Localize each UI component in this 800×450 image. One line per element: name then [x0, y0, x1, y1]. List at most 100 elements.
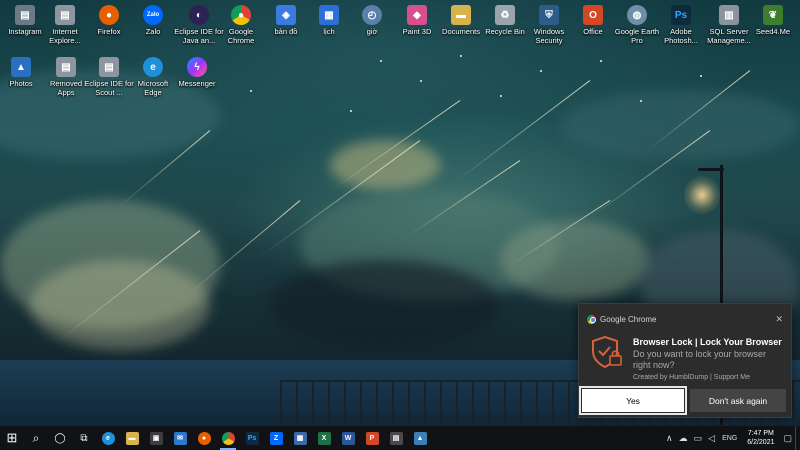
network-icon[interactable]: ▭ — [694, 433, 703, 444]
excel-icon: X — [317, 431, 331, 445]
desktop-icon-zalo[interactable]: Zalo Zalo — [128, 5, 178, 36]
photos-icon: ▲ — [11, 57, 31, 77]
dont-ask-again-button[interactable]: Don't ask again — [690, 389, 786, 412]
chrome-icon: ● — [231, 5, 251, 25]
desktop-icon-adobe-photoshop[interactable]: Ps Adobe Photosh... — [656, 5, 706, 45]
desktop-icon-label: Internet Explore... — [49, 27, 81, 45]
lock-shield-icon — [592, 335, 622, 369]
taskbar-chrome[interactable] — [216, 426, 240, 450]
taskbar-explorer[interactable]: ▬ — [120, 426, 144, 450]
taskbar-store[interactable]: ▣ — [144, 426, 168, 450]
clock-time: 7:47 PM — [747, 430, 774, 437]
eclipse-icon: ◐ — [189, 5, 209, 25]
store-icon: ▣ — [149, 431, 163, 445]
desktop-icon-photos[interactable]: ▲ Photos — [0, 57, 46, 88]
taskbar-photoshop[interactable]: Ps — [240, 426, 264, 450]
star — [700, 75, 702, 77]
desktop-icon-paint-3d[interactable]: ◆ Paint 3D — [392, 5, 442, 36]
star — [380, 60, 382, 62]
desktop-icon-eclipse-scout[interactable]: ▤ Eclipse IDE for Scout ... — [84, 57, 134, 97]
notification-app-name: Google Chrome — [600, 314, 657, 324]
system-tray: ∧ ☁ ▭ ◁ ENG 7:47 PM 6/2/2021 ▢ — [663, 426, 800, 450]
file-icon: ▤ — [56, 57, 76, 77]
desktop-icon-seed4me[interactable]: ❦ Seed4.Me — [748, 5, 798, 36]
desktop-icon-recycle-bin[interactable]: ♻ Recycle Bin — [480, 5, 530, 36]
desktop-icon-label: Zalo — [145, 27, 161, 36]
language-indicator[interactable]: ENG — [722, 435, 737, 442]
notification-attribution: Created by HumblDump | Support Me — [633, 374, 750, 381]
desktop-icon-label: Microsoft Edge — [137, 79, 169, 97]
desktop-icon-microsoft-edge[interactable]: e Microsoft Edge — [128, 57, 178, 97]
volume-icon[interactable]: ◁ — [708, 433, 715, 444]
file-icon: ▤ — [99, 57, 119, 77]
street-lamp-head — [698, 168, 724, 171]
star — [600, 60, 602, 62]
clock[interactable]: 7:47 PM 6/2/2021 — [747, 429, 774, 447]
photos-icon: ▦ — [293, 431, 307, 445]
cortana-icon: ◯ — [54, 432, 66, 444]
desktop-icon-gio[interactable]: ◴ giờ — [347, 5, 397, 36]
paint3d-icon: ◆ — [407, 5, 427, 25]
taskbar-app[interactable]: ▤ — [384, 426, 408, 450]
mail-icon: ✉ — [173, 431, 187, 445]
recycle-bin-icon: ♻ — [495, 5, 515, 25]
show-desktop-button[interactable] — [795, 426, 800, 450]
desktop-icon-google-earth-pro[interactable]: ◍ Google Earth Pro — [612, 5, 662, 45]
taskbar-firefox[interactable]: ● — [192, 426, 216, 450]
star — [460, 55, 462, 57]
start-button[interactable]: ⊞ — [0, 426, 24, 450]
close-icon[interactable]: ✕ — [775, 314, 783, 325]
taskbar-image[interactable]: ▲ — [408, 426, 432, 450]
desktop-icon-sql-server[interactable]: ▥ SQL Server Manageme... — [704, 5, 754, 45]
clock-icon: ◴ — [362, 5, 382, 25]
cortana-button[interactable]: ◯ — [48, 426, 72, 450]
star — [540, 70, 542, 72]
search-button[interactable]: ⌕ — [24, 426, 48, 450]
star — [640, 100, 642, 102]
taskbar-photos[interactable]: ▦ — [288, 426, 312, 450]
file-icon: ▤ — [55, 5, 75, 25]
task-view-button[interactable]: ⧉ — [72, 426, 96, 450]
cloud — [270, 260, 500, 350]
taskbar-word[interactable]: W — [336, 426, 360, 450]
desktop-icon-firefox[interactable]: ● Firefox — [84, 5, 134, 36]
folder-icon: ▬ — [451, 5, 471, 25]
taskbar-edge[interactable]: e — [96, 426, 120, 450]
desktop-icon-google-chrome[interactable]: ● Google Chrome — [216, 5, 266, 45]
firefox-icon: ● — [197, 431, 211, 445]
notification-message: Do you want to lock your browser right n… — [633, 349, 767, 370]
taskbar-excel[interactable]: X — [312, 426, 336, 450]
desktop-icon-messenger[interactable]: ϟ Messenger — [172, 57, 222, 88]
cloud — [500, 220, 650, 300]
desktop-icon-office[interactable]: O Office — [568, 5, 618, 36]
cloud-icon[interactable]: ☁ — [679, 433, 688, 444]
windows-logo-icon: ⊞ — [6, 430, 18, 445]
desktop-icon-label: Office — [583, 27, 603, 36]
seed4me-icon: ❦ — [763, 5, 783, 25]
chevron-up-icon[interactable]: ∧ — [666, 433, 673, 444]
search-icon: ⌕ — [32, 430, 40, 445]
taskbar-mail[interactable]: ✉ — [168, 426, 192, 450]
notification-center-icon[interactable]: ▢ — [783, 433, 792, 444]
desktop-icon-label: Seed4.Me — [755, 27, 791, 36]
desktop-icon-label: Messenger — [178, 79, 216, 88]
firefox-icon: ● — [99, 5, 119, 25]
desktop-icon-label: Adobe Photosh... — [664, 27, 698, 45]
desktop-icon-windows-security[interactable]: ⛨ Windows Security — [524, 5, 574, 45]
zalo-icon: Zalo — [143, 5, 163, 25]
yes-button[interactable]: Yes — [579, 386, 687, 415]
desktop-icon-documents[interactable]: ▬ Documents — [436, 5, 486, 36]
shield-icon: ⛨ — [539, 5, 559, 25]
sql-server-icon: ▥ — [719, 5, 739, 25]
taskbar-zalo[interactable]: Z — [264, 426, 288, 450]
powerpoint-icon: P — [365, 431, 379, 445]
photoshop-icon: Ps — [245, 431, 259, 445]
desktop-icon-label: Eclipse IDE for Scout ... — [84, 79, 134, 97]
desktop-icon-label: Recycle Bin — [485, 27, 525, 36]
photoshop-icon: Ps — [671, 5, 691, 25]
desktop-icon-internet-explorer[interactable]: ▤ Internet Explore... — [40, 5, 90, 45]
taskbar-powerpoint[interactable]: P — [360, 426, 384, 450]
map-icon: ◈ — [276, 5, 296, 25]
star — [350, 110, 352, 112]
calendar-icon: ▦ — [319, 5, 339, 25]
